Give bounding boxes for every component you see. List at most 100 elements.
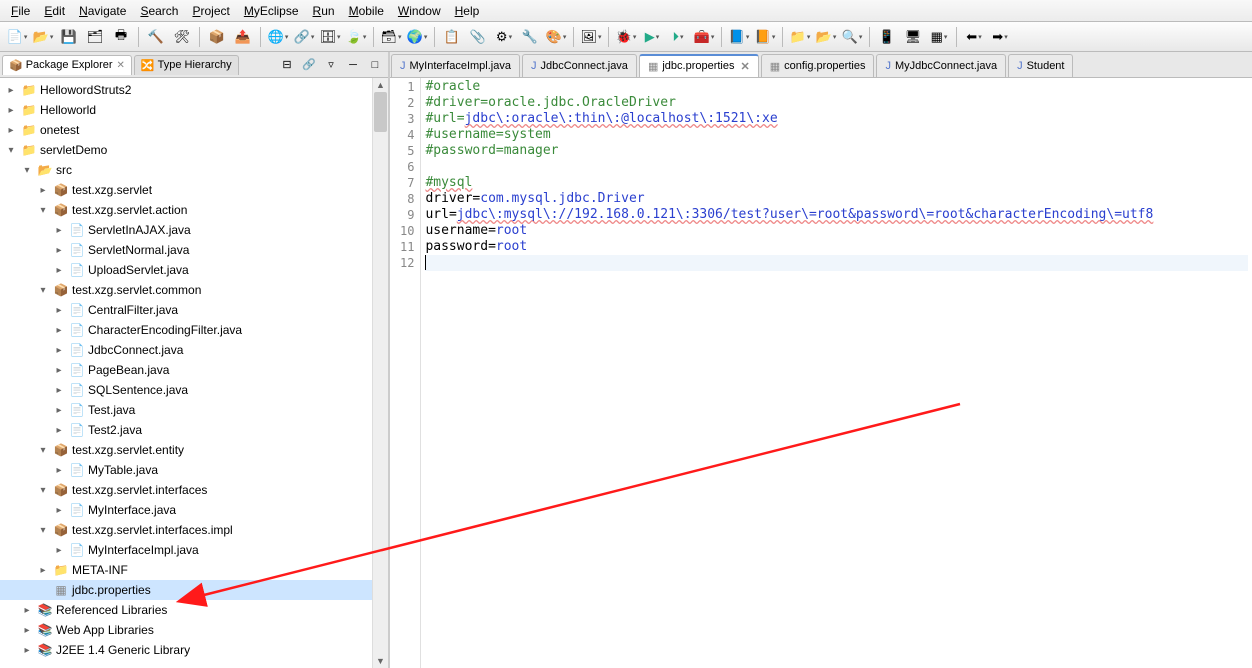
sidebar-scrollbar[interactable]: ▲ ▼ (372, 78, 388, 668)
tree-node[interactable]: 📦test.xzg.servlet.action (0, 200, 388, 220)
toolbar-btn-l[interactable]: ▦ (928, 26, 950, 48)
tree-node[interactable]: 📄PageBean.java (0, 360, 388, 380)
editor-tab[interactable]: ▦config.properties (761, 54, 875, 77)
twisty-icon[interactable] (52, 245, 66, 256)
tree-node[interactable]: ▦jdbc.properties (0, 580, 388, 600)
build-all-button[interactable]: 🛠 (171, 26, 193, 48)
code-line[interactable] (425, 159, 1248, 175)
menu-navigate[interactable]: Navigate (72, 2, 133, 20)
sidebar-tab-package-explorer[interactable]: 📦Package Explorer✕ (2, 55, 132, 75)
twisty-icon[interactable] (52, 405, 66, 416)
tree-node[interactable]: 📁servletDemo (0, 140, 388, 160)
browser-button[interactable]: 🔗 (293, 26, 315, 48)
menu-search[interactable]: Search (133, 2, 185, 20)
code-line[interactable]: password=root (425, 239, 1248, 255)
toolbar-btn-c[interactable]: 📋 (441, 26, 463, 48)
view-menu-icon[interactable]: ▿ (322, 56, 340, 74)
editor-tab[interactable]: JMyJdbcConnect.java (876, 54, 1006, 77)
mobile-button[interactable]: 📱 (876, 26, 898, 48)
editor-tab[interactable]: JJdbcConnect.java (522, 54, 637, 77)
toolbar-btn-a[interactable]: 🗃 (380, 26, 402, 48)
code-line[interactable]: #username=system (425, 127, 1248, 143)
twisty-icon[interactable] (36, 485, 50, 496)
maximize-icon[interactable]: □ (366, 56, 384, 74)
twisty-icon[interactable] (52, 425, 66, 436)
toolbar-btn-b[interactable]: 🌍 (406, 26, 428, 48)
device-button[interactable]: 🖥 (902, 26, 924, 48)
close-icon[interactable]: ✕ (117, 60, 125, 71)
tree-node[interactable]: 📄MyInterfaceImpl.java (0, 540, 388, 560)
scroll-down-icon[interactable]: ▼ (373, 654, 388, 668)
new-dropdown[interactable]: 📂 (32, 26, 54, 48)
twisty-icon[interactable] (52, 465, 66, 476)
new-button[interactable]: 📄 (6, 26, 28, 48)
twisty-icon[interactable] (4, 145, 18, 156)
tree-node[interactable]: 📄UploadServlet.java (0, 260, 388, 280)
toolbar-btn-g[interactable]: 🎨 (545, 26, 567, 48)
code-line[interactable]: #driver=oracle.jdbc.OracleDriver (425, 95, 1248, 111)
twisty-icon[interactable] (20, 645, 34, 656)
twisty-icon[interactable] (52, 265, 66, 276)
debug-button[interactable]: 🐞 (615, 26, 637, 48)
scrollbar-thumb[interactable] (374, 92, 387, 132)
twisty-icon[interactable] (20, 165, 34, 176)
twisty-icon[interactable] (36, 185, 50, 196)
twisty-icon[interactable] (4, 125, 18, 136)
twisty-icon[interactable] (52, 225, 66, 236)
back-button[interactable]: ⬅ (963, 26, 985, 48)
collapse-all-icon[interactable]: ⊟ (278, 56, 296, 74)
tree-node[interactable]: 📄SQLSentence.java (0, 380, 388, 400)
build-button[interactable]: 🔨 (145, 26, 167, 48)
code-line[interactable]: #mysql (425, 175, 1248, 191)
twisty-icon[interactable] (4, 85, 18, 96)
twisty-icon[interactable] (36, 445, 50, 456)
twisty-icon[interactable] (20, 625, 34, 636)
twisty-icon[interactable] (52, 365, 66, 376)
menu-help[interactable]: Help (448, 2, 487, 20)
tree-node[interactable]: 📂src (0, 160, 388, 180)
menu-file[interactable]: File (4, 2, 37, 20)
tree-node[interactable]: 📦test.xzg.servlet.entity (0, 440, 388, 460)
minimize-icon[interactable]: ─ (344, 56, 362, 74)
tree-node[interactable]: 📚Referenced Libraries (0, 600, 388, 620)
tree-node[interactable]: 📚J2EE 1.4 Generic Library (0, 640, 388, 660)
twisty-icon[interactable] (52, 345, 66, 356)
tree-node[interactable]: 📦test.xzg.servlet.common (0, 280, 388, 300)
twisty-icon[interactable] (52, 325, 66, 336)
tree-node[interactable]: 📁HellowordStruts2 (0, 80, 388, 100)
deploy-button[interactable]: 📤 (232, 26, 254, 48)
scroll-up-icon[interactable]: ▲ (373, 78, 388, 92)
twisty-icon[interactable] (36, 525, 50, 536)
tree-node[interactable]: 📁Helloworld (0, 100, 388, 120)
run-last-button[interactable]: ⏵ (667, 26, 689, 48)
twisty-icon[interactable] (52, 505, 66, 516)
twisty-icon[interactable] (20, 605, 34, 616)
twisty-icon[interactable] (52, 305, 66, 316)
code-content[interactable]: #oracle#driver=oracle.jdbc.OracleDriver#… (421, 78, 1252, 668)
editor-tab[interactable]: JStudent (1008, 54, 1073, 77)
twisty-icon[interactable] (52, 385, 66, 396)
toolbar-btn-d[interactable]: 📎 (467, 26, 489, 48)
spring-button[interactable]: 🍃 (345, 26, 367, 48)
tree-node[interactable]: 📦test.xzg.servlet.interfaces.impl (0, 520, 388, 540)
forward-button[interactable]: ➡ (989, 26, 1011, 48)
tree-node[interactable]: 📁onetest (0, 120, 388, 140)
tree-node[interactable]: 📄MyInterface.java (0, 500, 388, 520)
tree-node[interactable]: 📄Test2.java (0, 420, 388, 440)
toolbar-btn-h[interactable]: 🖼 (580, 26, 602, 48)
tree-node[interactable]: 📦test.xzg.servlet (0, 180, 388, 200)
twisty-icon[interactable] (4, 105, 18, 116)
code-line[interactable]: #url=jdbc\:oracle\:thin\:@localhost\:152… (425, 111, 1248, 127)
toolbar-btn-f[interactable]: 🔧 (519, 26, 541, 48)
code-line[interactable] (425, 255, 1248, 271)
code-line[interactable]: #oracle (425, 79, 1248, 95)
sidebar-tab-type-hierarchy[interactable]: 🔀Type Hierarchy (134, 55, 239, 75)
menu-project[interactable]: Project (185, 2, 236, 20)
tree-node[interactable]: 📄ServletNormal.java (0, 240, 388, 260)
menu-myeclipse[interactable]: MyEclipse (237, 2, 306, 20)
code-line[interactable]: url=jdbc\:mysql\://192.168.0.121\:3306/t… (425, 207, 1248, 223)
editor-body[interactable]: 123456789101112 #oracle#driver=oracle.jd… (390, 78, 1252, 668)
toolbar-btn-j[interactable]: 📂 (815, 26, 837, 48)
twisty-icon[interactable] (36, 565, 50, 576)
tree-node[interactable]: 📄CharacterEncodingFilter.java (0, 320, 388, 340)
